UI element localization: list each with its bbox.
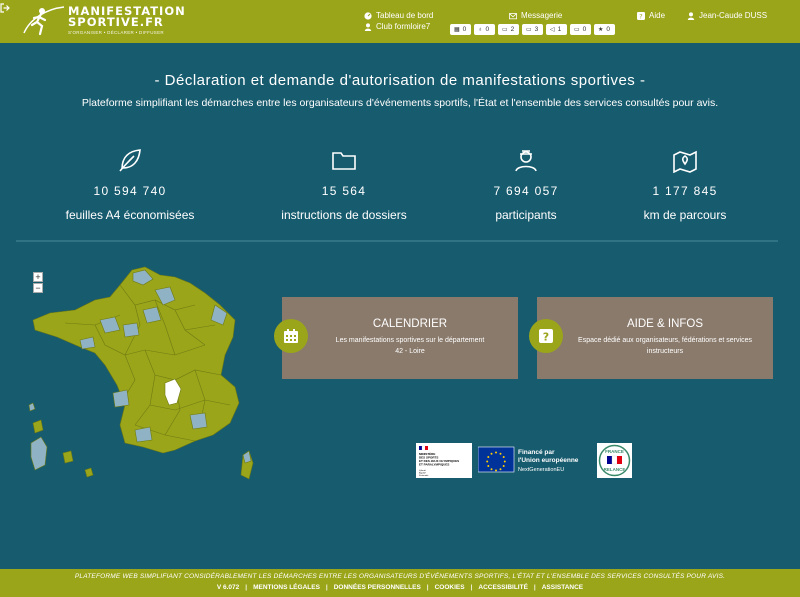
- footer-link-privacy[interactable]: DONNÉES PERSONNELLES: [334, 584, 421, 591]
- ministere-sports-logo: MINISTÈRE DES SPORTS ET DES JEUX OLYMPIQ…: [416, 443, 472, 478]
- badge-count: 1: [557, 26, 562, 33]
- nav-messages-link[interactable]: Messagerie: [509, 11, 562, 20]
- separator: |: [426, 584, 429, 591]
- badge-count: 0: [485, 26, 490, 33]
- stat-value: 10 594 740: [93, 184, 167, 198]
- footer-link-accessibility[interactable]: ACCESSIBILITÉ: [478, 584, 527, 591]
- map-marker-icon: [673, 150, 697, 173]
- badge-comment-1[interactable]: ▭ 2: [498, 24, 519, 35]
- help-info-card[interactable]: ? AIDE & INFOS Espace dédié aux organisa…: [529, 297, 773, 379]
- footer-link-cookies[interactable]: COOKIES: [435, 584, 465, 591]
- nav-user-link[interactable]: Jean-Caude DUSS: [687, 11, 767, 20]
- svg-text:Financé par: Financé par: [518, 449, 555, 456]
- map-zoom-in-button[interactable]: +: [33, 272, 43, 282]
- map-zoom-out-button[interactable]: −: [33, 283, 43, 293]
- star-icon: ★: [598, 27, 604, 33]
- svg-text:Fraternité: Fraternité: [419, 474, 429, 477]
- france-departments-map[interactable]: [25, 265, 270, 485]
- badge-calendar[interactable]: ▦ 0: [450, 24, 471, 35]
- badge-comments[interactable]: ▭ 0: [570, 24, 591, 35]
- nav-club-label: Club formloire7: [376, 22, 431, 31]
- nav-help-label: Aide: [649, 11, 666, 20]
- logo-line2: SPORTIVE.FR: [68, 15, 164, 29]
- badge-bicycle[interactable]: ♁ 0: [474, 24, 495, 35]
- stat-paper-saved: 10 594 740 feuilles A4 économisées: [35, 147, 225, 222]
- stat-label: km de parcours: [643, 208, 727, 222]
- nav-dashboard-link[interactable]: Tableau de bord: [364, 11, 433, 20]
- badge-count: 0: [582, 26, 587, 33]
- header: MANIFESTATION SPORTIVE.FR S'ORGANISER • …: [0, 0, 800, 43]
- nav-user-label: Jean-Caude DUSS: [699, 11, 768, 20]
- comment-icon: ▭: [526, 27, 532, 33]
- comments-icon: ▭: [574, 27, 580, 33]
- calendar-card[interactable]: CALENDRIER Les manifestations sportives …: [274, 297, 518, 379]
- calendar-icon: ▦: [454, 27, 460, 33]
- badge-star[interactable]: ★ 0: [594, 24, 615, 35]
- badge-count: 0: [462, 26, 467, 33]
- section-divider: [16, 240, 778, 242]
- leaf-icon: [119, 149, 141, 172]
- footer-link-legal[interactable]: MENTIONS LÉGALES: [253, 584, 320, 591]
- badge-count: 2: [510, 26, 515, 33]
- footer: PLATEFORME WEB SIMPLIFIANT CONSIDÉRABLEM…: [0, 569, 800, 597]
- page-subtitle: Plateforme simplifiant les démarches ent…: [81, 97, 719, 109]
- stat-folders: 15 564 instructions de dossiers: [249, 147, 439, 222]
- dashboard-icon: [364, 11, 372, 20]
- calendar-card-desc-line1: Les manifestations sportives sur le dépa…: [335, 337, 485, 344]
- stat-label: feuilles A4 économisées: [65, 208, 195, 222]
- badge-count: 0: [606, 26, 611, 33]
- separator: |: [470, 584, 473, 591]
- stat-value: 1 177 845: [652, 184, 718, 198]
- envelope-icon: [509, 12, 517, 19]
- notification-badges: ▦ 0 ♁ 0 ▭ 2 ▭ 3 ◁ 1 ▭ 0 ★ 0: [450, 24, 615, 35]
- footer-links: V 6.072 | MENTIONS LÉGALES | DONNÉES PER…: [0, 584, 800, 591]
- user-icon: [687, 11, 695, 20]
- badge-bullhorn[interactable]: ◁ 1: [546, 24, 567, 35]
- nav-club-link[interactable]: Club formloire7: [364, 22, 430, 31]
- version-label: V 6.072: [216, 584, 240, 591]
- svg-text:ET PARALYMPIQUES: ET PARALYMPIQUES: [419, 463, 449, 467]
- question-icon: ?: [637, 11, 645, 20]
- stat-distance: 1 177 845 km de parcours: [590, 147, 780, 222]
- badge-count: 3: [534, 26, 539, 33]
- footer-link-assistance[interactable]: ASSISTANCE: [542, 584, 583, 591]
- folder-icon: [332, 152, 356, 170]
- france-relance-logo: FRANCE RELANCE: [597, 443, 632, 478]
- svg-text:?: ?: [543, 331, 549, 344]
- logo-tagline: S'ORGANISER • DÉCLARER • DIFFUSER: [68, 30, 164, 35]
- calendar-card-desc-line2: 42 - Loire: [395, 348, 425, 355]
- svg-text:l'Union européenne: l'Union européenne: [518, 457, 579, 464]
- badge-comment-2[interactable]: ▭ 3: [522, 24, 543, 35]
- eu-funding-logo: Financé par l'Union européenne NextGener…: [478, 446, 579, 473]
- help-card-title: AIDE & INFOS: [626, 318, 704, 330]
- svg-text:?: ?: [639, 12, 642, 20]
- site-logo[interactable]: MANIFESTATION SPORTIVE.FR S'ORGANISER • …: [20, 3, 185, 39]
- user-icon: [364, 22, 372, 31]
- svg-text:NextGenerationEU: NextGenerationEU: [518, 467, 564, 473]
- bicycle-icon: ♁: [478, 26, 483, 33]
- page-title: - Déclaration et demande d'autorisation …: [154, 72, 646, 89]
- separator: |: [325, 584, 328, 591]
- svg-text:FRANCE: FRANCE: [605, 449, 624, 454]
- comment-icon: ▭: [502, 27, 508, 33]
- nav-dashboard-label: Tableau de bord: [376, 11, 434, 20]
- bullhorn-icon: ◁: [550, 27, 555, 33]
- calendar-card-title: CALENDRIER: [372, 318, 448, 330]
- help-card-description: Espace dédié aux organisateurs, fédérati…: [578, 337, 752, 355]
- calendar-card-description: Les manifestations sportives sur le dépa…: [312, 335, 508, 357]
- footer-tagline: PLATEFORME WEB SIMPLIFIANT CONSIDÉRABLEM…: [74, 573, 726, 580]
- separator: |: [245, 584, 248, 591]
- nav-help-link[interactable]: ? Aide: [637, 11, 665, 20]
- runner-logo-icon: [23, 6, 65, 36]
- logout-icon[interactable]: [0, 3, 10, 13]
- stat-value: 15 564: [321, 184, 367, 198]
- stat-label: instructions de dossiers: [281, 208, 407, 222]
- svg-text:RELANCE: RELANCE: [604, 467, 626, 472]
- separator: |: [533, 584, 536, 591]
- participant-icon: [515, 150, 537, 172]
- nav-messages-label: Messagerie: [521, 11, 563, 20]
